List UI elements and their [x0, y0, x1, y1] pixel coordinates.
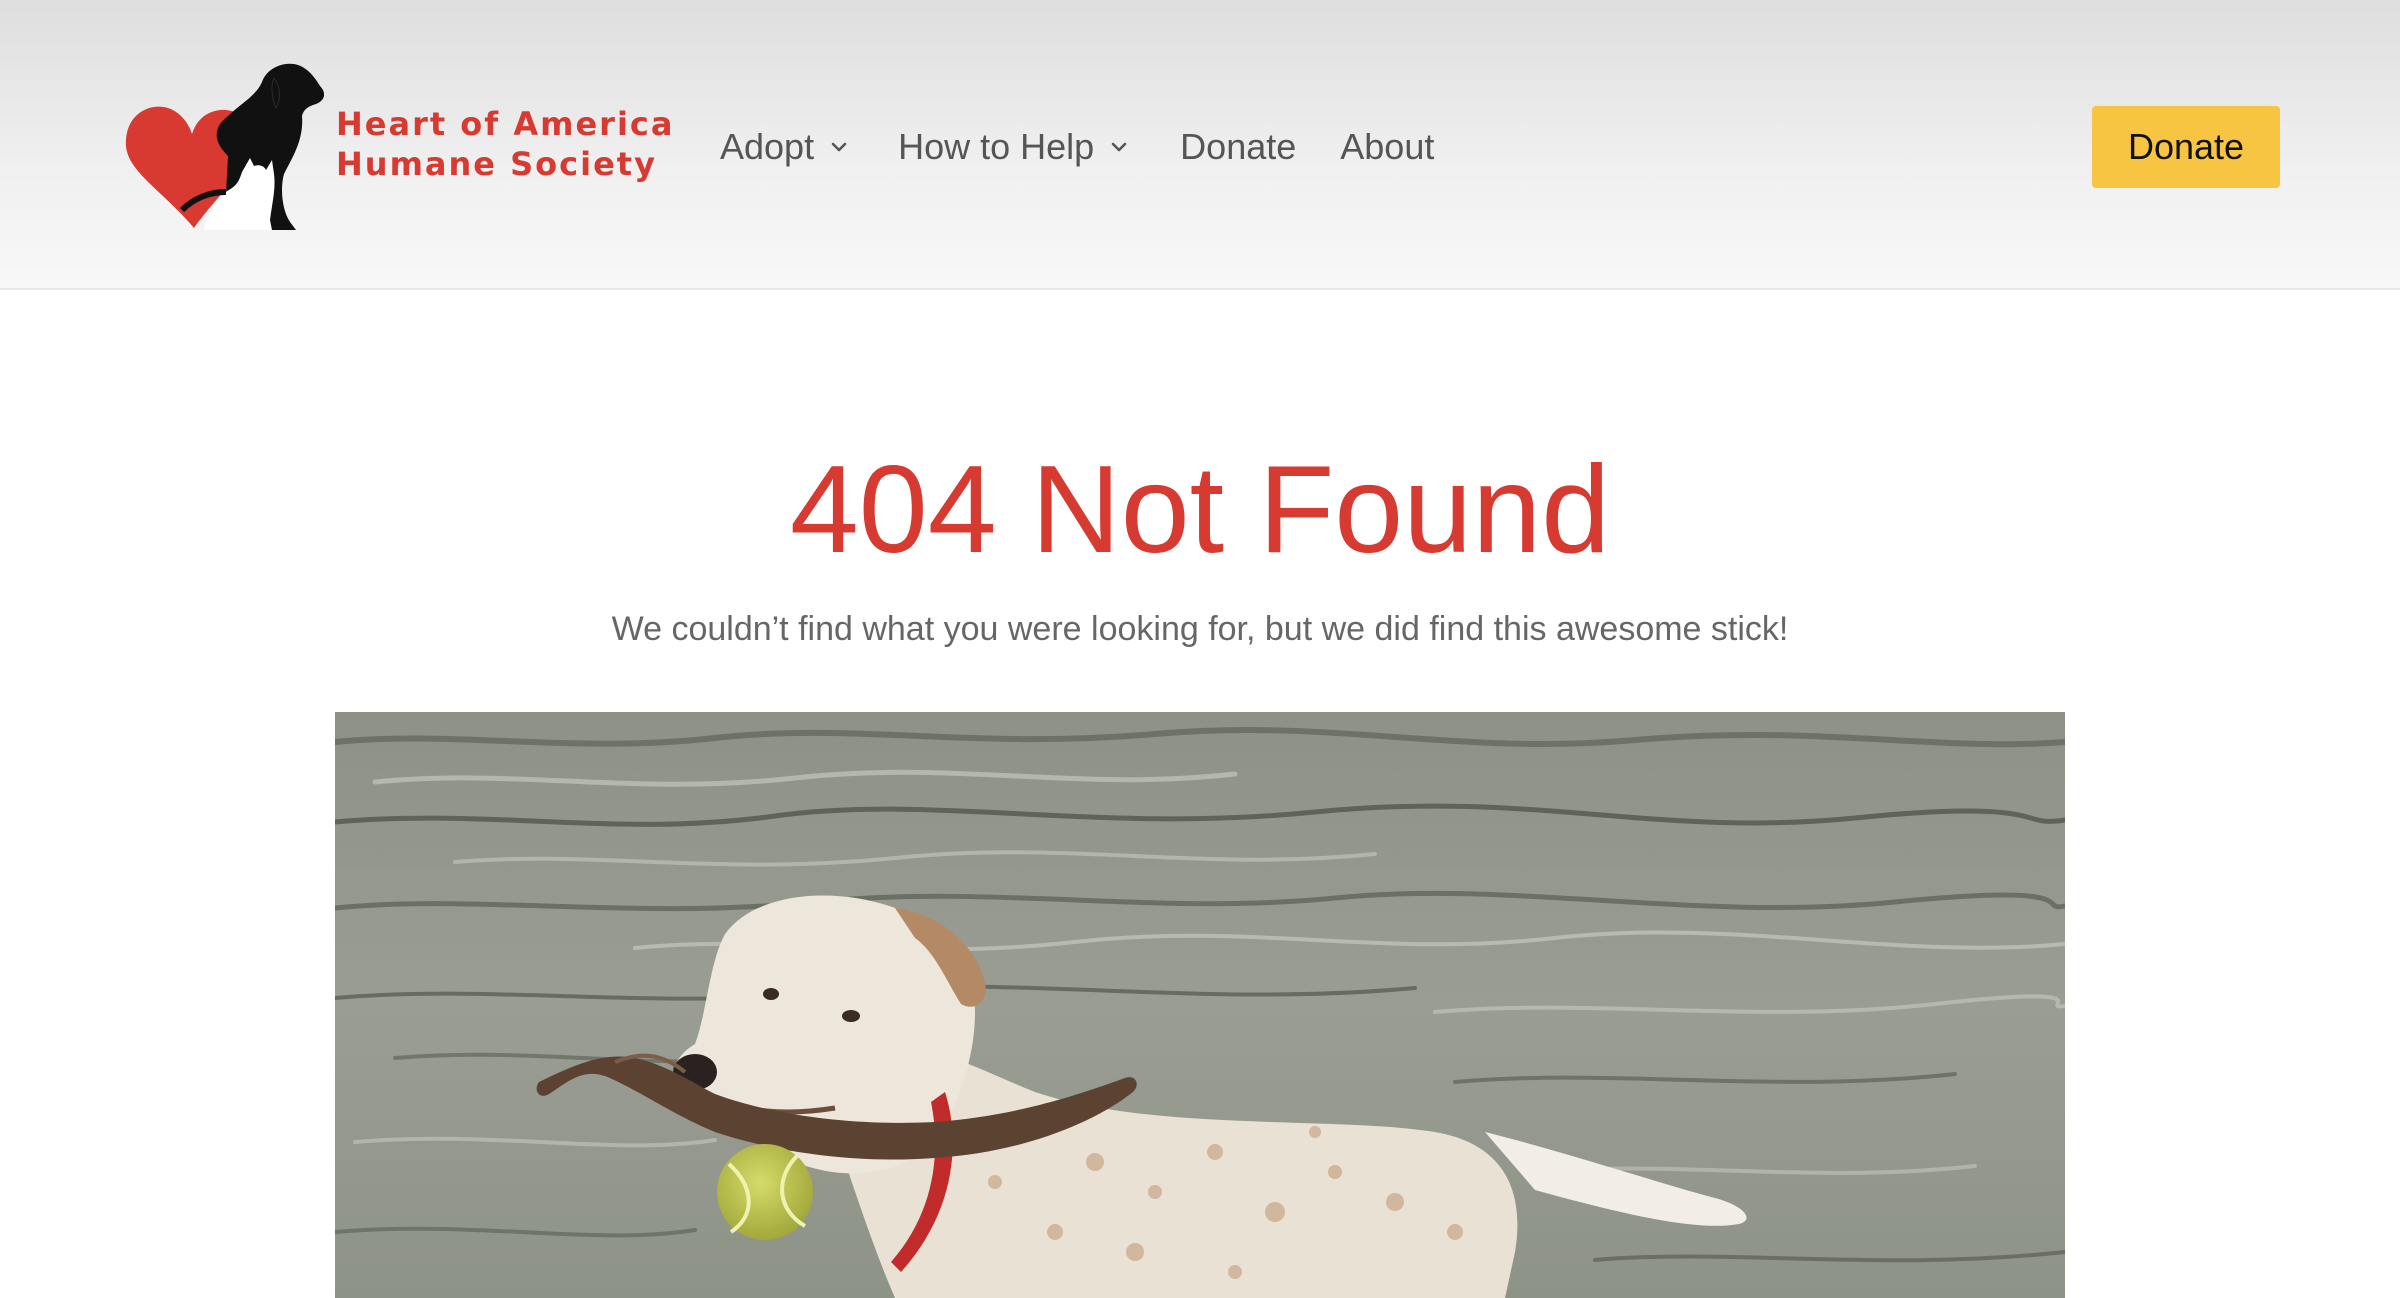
brand-line-1: Heart of America	[336, 105, 675, 143]
brand-name[interactable]: Heart of America Humane Society	[336, 104, 674, 184]
page-subtitle: We couldn’t find what you were looking f…	[611, 610, 1789, 648]
nav-item-label: Donate	[1180, 126, 1297, 167]
dog-with-stick-photo	[335, 712, 2065, 1298]
main-nav: Adopt How to Help Donate About	[720, 122, 1434, 172]
nav-item-how-to-help[interactable]: How to Help	[898, 126, 1132, 168]
nav-item-label: Adopt	[720, 126, 815, 167]
nav-item-about[interactable]: About	[1340, 126, 1434, 168]
heart-dog-cat-logo-icon[interactable]	[124, 60, 325, 230]
page-title: 404 Not Found	[789, 441, 1611, 579]
nav-item-donate[interactable]: Donate	[1180, 126, 1296, 168]
brand-line-2: Humane Society	[336, 145, 657, 183]
chevron-down-icon	[831, 142, 847, 152]
nav-item-label: About	[1340, 126, 1435, 167]
nav-item-label: How to Help	[898, 126, 1095, 167]
donate-button[interactable]: Donate	[2092, 106, 2280, 188]
nav-item-adopt[interactable]: Adopt	[720, 126, 852, 168]
site-header: Heart of America Humane Society Adopt Ho…	[0, 0, 2400, 290]
chevron-down-icon	[1111, 142, 1127, 152]
